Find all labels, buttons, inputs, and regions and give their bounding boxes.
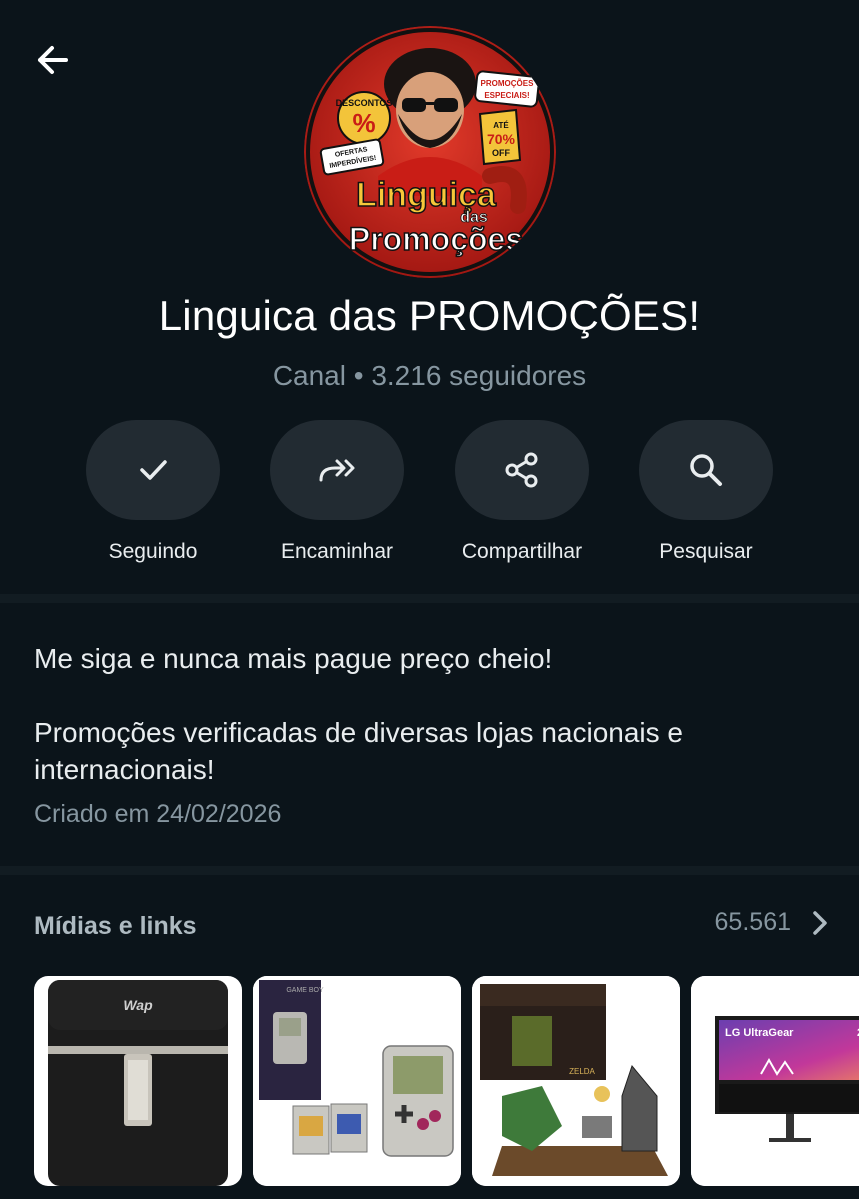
channel-logo: DESCONTOS % PROMOÇÕES ESPECIAIS! ATÉ 70%… bbox=[304, 26, 556, 278]
check-icon bbox=[140, 460, 167, 480]
chevron-right-icon bbox=[813, 910, 827, 935]
discount-off: OFF bbox=[492, 148, 510, 158]
gameboy-image: GAME BOY bbox=[253, 976, 461, 1186]
airfryer-image: Wap bbox=[48, 980, 228, 1186]
media-links-title: Mídias e links bbox=[34, 912, 197, 940]
channel-avatar[interactable]: DESCONTOS % PROMOÇÕES ESPECIAIS! ATÉ 70%… bbox=[304, 26, 556, 278]
monitor-image: LG UltraGear 27 bbox=[691, 976, 859, 1186]
section-divider bbox=[0, 594, 859, 603]
search-label: Pesquisar bbox=[659, 540, 753, 563]
media-thumb-gameboy[interactable]: GAME BOY bbox=[253, 976, 461, 1186]
search-button[interactable]: Pesquisar bbox=[639, 420, 773, 564]
gameboy-brand: GAME BOY bbox=[286, 987, 324, 994]
channel-description: Me siga e nunca mais pague preço cheio! … bbox=[34, 640, 829, 788]
search-pill[interactable] bbox=[639, 420, 773, 520]
description-line-1: Me siga e nunca mais pague preço cheio! bbox=[34, 643, 553, 674]
description-line-2: Promoções verificadas de diversas lojas … bbox=[34, 717, 683, 785]
media-thumb-zelda[interactable]: ZELDA bbox=[472, 976, 680, 1186]
following-button[interactable]: Seguindo bbox=[86, 420, 220, 564]
following-label: Seguindo bbox=[108, 540, 198, 563]
action-row: Seguindo Encaminhar Compartilhar Pesquis… bbox=[86, 420, 776, 580]
discount-ate: ATÉ bbox=[493, 121, 509, 130]
monitor-brand: LG UltraGear bbox=[725, 1027, 794, 1039]
zelda-brand: ZELDA bbox=[569, 1067, 595, 1076]
forward-label: Encaminhar bbox=[280, 540, 394, 563]
section-divider bbox=[0, 866, 859, 875]
share-icon bbox=[505, 452, 538, 488]
back-button[interactable] bbox=[30, 38, 74, 82]
badge-promocoes: PROMOÇÕES bbox=[481, 79, 535, 88]
badge-especiais: ESPECIAIS! bbox=[484, 91, 529, 100]
badge-descontos: DESCONTOS bbox=[336, 98, 393, 108]
following-pill[interactable] bbox=[86, 420, 220, 520]
media-thumb-monitor[interactable]: LG UltraGear 27 bbox=[691, 976, 859, 1186]
forward-button[interactable]: Encaminhar bbox=[270, 420, 404, 564]
forward-icon bbox=[319, 459, 355, 482]
share-label: Compartilhar bbox=[461, 540, 583, 563]
channel-meta: Canal • 3.216 seguidores bbox=[272, 360, 587, 391]
media-links-open[interactable]: 65.561 bbox=[715, 908, 829, 937]
arrow-left-icon bbox=[38, 46, 68, 74]
search-icon bbox=[690, 454, 722, 486]
share-button[interactable]: Compartilhar bbox=[455, 420, 589, 564]
zelda-image: ZELDA bbox=[472, 976, 680, 1186]
percent-symbol: % bbox=[352, 108, 375, 138]
created-date: Criado em 24/02/2026 bbox=[34, 800, 282, 828]
airfryer-brand: Wap bbox=[123, 997, 153, 1013]
media-thumb-airfryer[interactable]: Wap bbox=[34, 976, 242, 1186]
logo-promocoes: Promoções bbox=[349, 221, 523, 257]
share-pill[interactable] bbox=[455, 420, 589, 520]
discount-percent: 70% bbox=[487, 131, 516, 147]
media-thumbnails: Wap GAME BOY ZELDA LG UltraGear bbox=[34, 976, 859, 1186]
channel-name: Linguica das PROMOÇÕES! bbox=[158, 292, 701, 339]
forward-pill[interactable] bbox=[270, 420, 404, 520]
media-count: 65.561 bbox=[714, 908, 791, 936]
